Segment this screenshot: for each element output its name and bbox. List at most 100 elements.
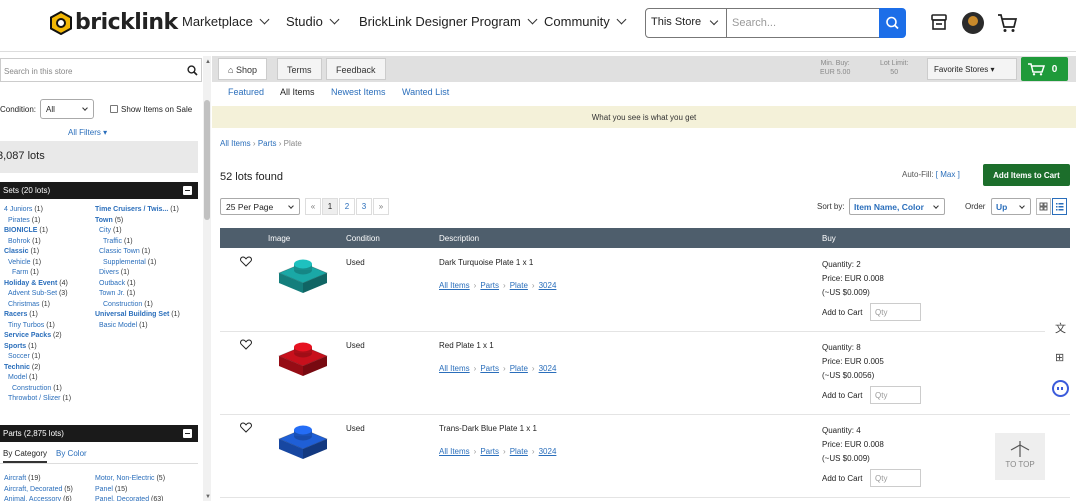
qty-input[interactable]: Qty (870, 386, 921, 404)
path-plate[interactable]: Plate (510, 281, 528, 290)
list-view-button[interactable] (1052, 198, 1067, 215)
category-link[interactable]: Outback (99, 280, 125, 287)
path-all-items[interactable]: All Items (439, 364, 470, 373)
grid-view-button[interactable] (1036, 198, 1051, 215)
favorite-stores-button[interactable]: Favorite Stores ▾ (927, 58, 1017, 80)
page-next[interactable]: » (373, 198, 389, 215)
heart-icon[interactable] (240, 339, 252, 350)
category-link[interactable]: Basic Model (99, 322, 137, 329)
tab-feedback[interactable]: Feedback (326, 58, 386, 80)
breadcrumb-parts[interactable]: Parts (258, 139, 277, 148)
search-icon[interactable] (187, 65, 198, 76)
category-link[interactable]: Service Packs (4, 332, 51, 339)
category-link[interactable]: Bohrok (8, 238, 30, 245)
category-link[interactable]: Universal Building Set (95, 311, 169, 318)
category-link[interactable]: Tiny Turbos (8, 322, 44, 329)
category-link[interactable]: Panel (95, 486, 113, 493)
category-link[interactable]: Town (95, 217, 113, 224)
nav-designer-program[interactable]: BrickLink Designer Program (359, 14, 538, 29)
store-cart-button[interactable]: 0 (1021, 57, 1068, 81)
category-link[interactable]: City (99, 227, 111, 234)
search-button[interactable] (879, 8, 906, 38)
item-description[interactable]: Trans-Dark Blue Plate 1 x 1 (439, 424, 537, 433)
part-image[interactable] (275, 255, 331, 297)
path-all-items[interactable]: All Items (439, 447, 470, 456)
page-3[interactable]: 3 (356, 198, 372, 215)
subnav-newest-items[interactable]: Newest Items (331, 87, 386, 97)
sort-select[interactable]: Item Name, Color (849, 198, 945, 215)
all-filters-toggle[interactable]: All Filters ▾ (68, 128, 107, 137)
tab-by-color[interactable]: By Color (56, 449, 87, 458)
category-link[interactable]: Vehicle (8, 259, 31, 266)
category-link[interactable]: Soccer (8, 353, 30, 360)
category-link[interactable]: Motor, Non-Electric (95, 475, 155, 482)
sidebar-scrollbar[interactable]: ▲ ▼ (203, 56, 211, 501)
search-input[interactable]: Search... (726, 8, 880, 38)
tab-shop[interactable]: ⌂ Shop (218, 58, 267, 80)
category-link[interactable]: Technic (4, 364, 30, 371)
category-link[interactable]: Advent Sub-Set (8, 290, 57, 297)
category-link[interactable]: Aircraft, Decorated (4, 486, 62, 493)
page-1[interactable]: 1 (322, 198, 338, 215)
category-link[interactable]: Sports (4, 343, 26, 350)
category-link[interactable]: Aircraft (4, 475, 26, 482)
path-part-number[interactable]: 3024 (539, 447, 557, 456)
breadcrumb-all-items[interactable]: All Items (220, 139, 251, 148)
item-description[interactable]: Red Plate 1 x 1 (439, 341, 494, 350)
tab-terms[interactable]: Terms (277, 58, 322, 80)
path-plate[interactable]: Plate (510, 364, 528, 373)
per-page-select[interactable]: 25 Per Page (220, 198, 300, 215)
sets-section-header[interactable]: Sets (20 lots) (0, 182, 198, 199)
bricklink-logo[interactable]: bricklink (50, 10, 178, 35)
category-link[interactable]: Supplemental (103, 259, 146, 266)
path-parts[interactable]: Parts (480, 364, 499, 373)
nav-community[interactable]: Community (544, 14, 627, 29)
category-link[interactable]: BIONICLE (4, 227, 37, 234)
item-description[interactable]: Dark Turquoise Plate 1 x 1 (439, 258, 533, 267)
path-part-number[interactable]: 3024 (539, 364, 557, 373)
category-link[interactable]: Throwbot / Slizer (8, 395, 61, 402)
category-link[interactable]: Construction (12, 385, 51, 392)
part-image[interactable] (275, 421, 331, 463)
category-link[interactable]: Farm (12, 269, 28, 276)
collapse-icon[interactable] (183, 186, 192, 195)
category-link[interactable]: Holiday & Event (4, 280, 57, 287)
qty-input[interactable]: Qty (870, 469, 921, 487)
category-link[interactable]: Time Cruisers / Twis... (95, 206, 168, 213)
translate-button[interactable]: 文 (1045, 315, 1076, 341)
assistant-button[interactable] (1045, 376, 1076, 402)
category-link[interactable]: Animal, Accessory (4, 496, 61, 501)
avatar[interactable] (962, 12, 984, 34)
cart-icon[interactable] (996, 12, 1018, 34)
heart-icon[interactable] (240, 256, 252, 267)
subnav-all-items[interactable]: All Items (280, 87, 315, 97)
category-link[interactable]: Racers (4, 311, 27, 318)
tab-by-category[interactable]: By Category (3, 449, 48, 463)
category-link[interactable]: Town Jr. (99, 290, 125, 297)
part-image[interactable] (275, 338, 331, 380)
subnav-wanted-list[interactable]: Wanted List (402, 87, 449, 97)
category-link[interactable]: 4 Juniors (4, 206, 32, 213)
order-select[interactable]: Up (991, 198, 1031, 215)
add-items-to-cart-button[interactable]: Add Items to Cart (983, 164, 1070, 186)
category-link[interactable]: Traffic (103, 238, 122, 245)
condition-select[interactable]: All (40, 99, 95, 119)
scroll-up-icon[interactable]: ▲ (205, 59, 211, 65)
category-link[interactable]: Panel, Decorated (95, 496, 149, 501)
collapse-icon[interactable] (183, 429, 192, 438)
path-parts[interactable]: Parts (480, 281, 499, 290)
category-link[interactable]: Pirates (8, 217, 30, 224)
subnav-featured[interactable]: Featured (228, 87, 264, 97)
heart-icon[interactable] (240, 422, 252, 433)
nav-marketplace[interactable]: Marketplace (182, 14, 270, 29)
path-parts[interactable]: Parts (480, 447, 499, 456)
auto-fill-max[interactable]: Max (940, 170, 955, 179)
path-part-number[interactable]: 3024 (539, 281, 557, 290)
sale-checkbox[interactable] (110, 105, 119, 113)
nav-studio[interactable]: Studio (286, 14, 340, 29)
parts-section-header[interactable]: Parts (2,875 lots) (0, 425, 198, 442)
category-link[interactable]: Classic (4, 248, 29, 255)
category-link[interactable]: Divers (99, 269, 119, 276)
qty-input[interactable]: Qty (870, 303, 921, 321)
category-link[interactable]: Model (8, 374, 27, 381)
